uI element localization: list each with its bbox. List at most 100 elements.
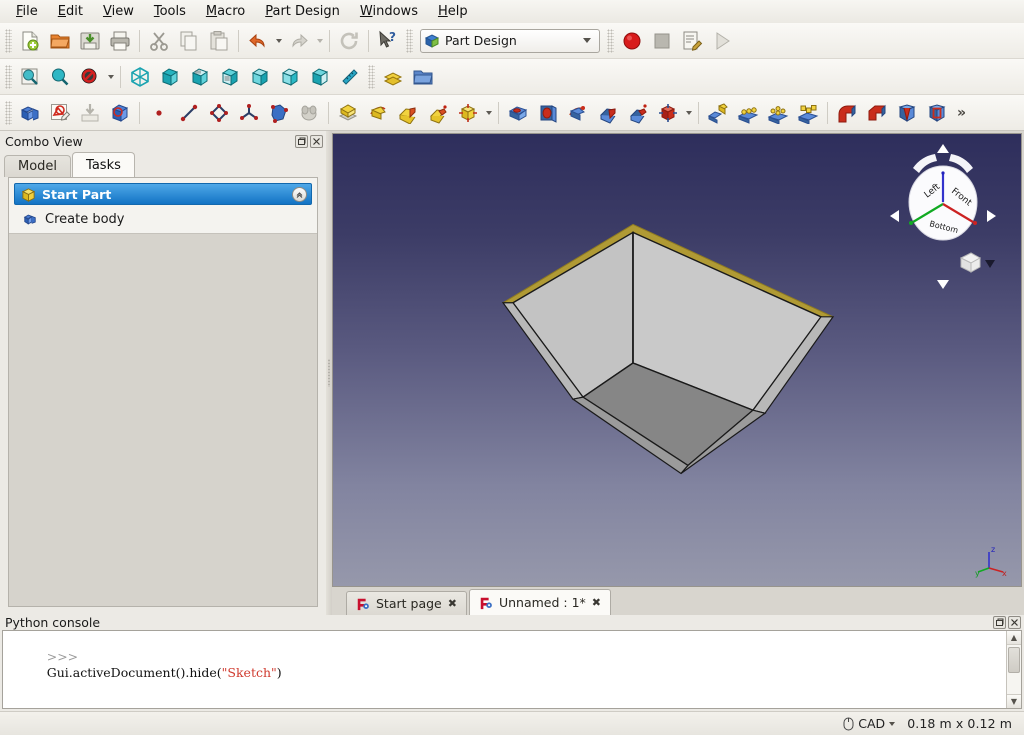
macro-stop-icon[interactable] bbox=[647, 26, 677, 56]
attach-sketch-icon[interactable] bbox=[75, 98, 105, 128]
menu-item-tools[interactable]: Tools bbox=[144, 2, 196, 21]
task-group-header[interactable]: Start Part bbox=[14, 183, 312, 205]
folder-icon[interactable] bbox=[408, 62, 438, 92]
line-icon[interactable] bbox=[174, 98, 204, 128]
cut-icon[interactable] bbox=[144, 26, 174, 56]
3d-viewport[interactable]: Left Front Bottom bbox=[332, 133, 1022, 587]
menu-item-macro[interactable]: Macro bbox=[196, 2, 255, 21]
open-document-icon[interactable] bbox=[45, 26, 75, 56]
close-icon[interactable] bbox=[310, 135, 323, 148]
additive-loft-icon[interactable] bbox=[393, 98, 423, 128]
collapse-icon[interactable] bbox=[292, 187, 307, 202]
menu-item-help[interactable]: Help bbox=[428, 2, 478, 21]
draw-style-icon[interactable] bbox=[75, 62, 105, 92]
toolbar-grip[interactable] bbox=[406, 29, 413, 53]
plane-icon[interactable] bbox=[204, 98, 234, 128]
copy-icon[interactable] bbox=[174, 26, 204, 56]
revolution-icon[interactable] bbox=[363, 98, 393, 128]
right-view-icon[interactable] bbox=[215, 62, 245, 92]
float-icon[interactable] bbox=[993, 616, 1006, 629]
refresh-icon[interactable] bbox=[334, 26, 364, 56]
close-icon[interactable]: ✖ bbox=[592, 596, 601, 609]
toolbar-grip[interactable] bbox=[5, 101, 12, 125]
additive-primitive-dropdown-icon[interactable] bbox=[483, 98, 494, 128]
create-body-icon[interactable] bbox=[15, 98, 45, 128]
linear-pattern-icon[interactable] bbox=[733, 98, 763, 128]
toolbar-grip[interactable] bbox=[5, 65, 12, 89]
scroll-up-icon[interactable]: ▲ bbox=[1007, 631, 1021, 645]
new-document-icon[interactable] bbox=[15, 26, 45, 56]
task-item-create-body[interactable]: Create body bbox=[9, 205, 317, 233]
chevron-down-icon[interactable] bbox=[889, 722, 895, 726]
polar-pattern-icon[interactable] bbox=[763, 98, 793, 128]
chamfer-icon[interactable] bbox=[862, 98, 892, 128]
menu-item-view[interactable]: View bbox=[93, 2, 144, 21]
measure-icon[interactable] bbox=[335, 62, 365, 92]
thickness-icon[interactable] bbox=[922, 98, 952, 128]
axonometric-view-icon[interactable] bbox=[125, 62, 155, 92]
subtractive-loft-icon[interactable] bbox=[593, 98, 623, 128]
toolbar-grip[interactable] bbox=[5, 29, 12, 53]
menu-item-part-design[interactable]: Part Design bbox=[255, 2, 350, 21]
whats-this-icon[interactable]: ? bbox=[373, 26, 403, 56]
workbench-selector[interactable]: Part Design bbox=[420, 29, 600, 53]
workbench-layers-icon[interactable] bbox=[378, 62, 408, 92]
scrollbar-thumb[interactable] bbox=[1008, 647, 1020, 673]
pad-icon[interactable] bbox=[333, 98, 363, 128]
python-console-body[interactable]: >>> Gui.activeDocument().hide("Sketch") … bbox=[2, 630, 1022, 709]
macro-edit-icon[interactable] bbox=[677, 26, 707, 56]
close-icon[interactable]: ✖ bbox=[448, 597, 457, 610]
local-coordinate-system-icon[interactable] bbox=[234, 98, 264, 128]
navigation-style-selector[interactable]: CAD bbox=[843, 716, 895, 731]
paste-icon[interactable] bbox=[204, 26, 234, 56]
undo-icon[interactable] bbox=[243, 26, 273, 56]
toolbar-grip[interactable] bbox=[607, 29, 614, 53]
undo-dropdown-icon[interactable] bbox=[273, 26, 284, 56]
scroll-down-icon[interactable]: ▼ bbox=[1007, 694, 1021, 708]
menu-item-file[interactable]: File bbox=[6, 2, 48, 21]
point-icon[interactable] bbox=[144, 98, 174, 128]
pocket-icon[interactable] bbox=[503, 98, 533, 128]
groove-icon[interactable] bbox=[563, 98, 593, 128]
rear-view-icon[interactable] bbox=[245, 62, 275, 92]
toolbar-grip[interactable] bbox=[368, 65, 375, 89]
multi-transform-icon[interactable] bbox=[793, 98, 823, 128]
redo-icon[interactable] bbox=[284, 26, 314, 56]
tab-model[interactable]: Model bbox=[4, 155, 71, 177]
draft-icon[interactable] bbox=[892, 98, 922, 128]
draw-style-dropdown-icon[interactable] bbox=[105, 62, 116, 92]
clone-icon[interactable] bbox=[294, 98, 324, 128]
fillet-icon[interactable] bbox=[832, 98, 862, 128]
additive-pipe-icon[interactable] bbox=[423, 98, 453, 128]
subtractive-pipe-icon[interactable] bbox=[623, 98, 653, 128]
tab-tasks[interactable]: Tasks bbox=[72, 152, 135, 177]
redo-dropdown-icon[interactable] bbox=[314, 26, 325, 56]
menu-item-windows[interactable]: Windows bbox=[350, 2, 428, 21]
create-sketch-icon[interactable] bbox=[45, 98, 75, 128]
view-section-icon[interactable] bbox=[105, 98, 135, 128]
python-console-scrollbar[interactable]: ▲ ▼ bbox=[1006, 631, 1021, 708]
save-document-icon[interactable] bbox=[75, 26, 105, 56]
document-tab-start-page[interactable]: Start page ✖ bbox=[346, 591, 467, 615]
macro-record-icon[interactable] bbox=[617, 26, 647, 56]
toolbar-overflow-button[interactable]: » bbox=[952, 105, 971, 121]
navigation-cube[interactable]: Left Front Bottom bbox=[883, 140, 1003, 295]
hole-icon[interactable] bbox=[533, 98, 563, 128]
menu-item-edit[interactable]: Edit bbox=[48, 2, 93, 21]
front-view-icon[interactable] bbox=[155, 62, 185, 92]
subtractive-primitive-dropdown-icon[interactable] bbox=[683, 98, 694, 128]
scrollbar-track[interactable] bbox=[1007, 645, 1021, 694]
fit-selection-icon[interactable] bbox=[45, 62, 75, 92]
shape-binder-icon[interactable] bbox=[264, 98, 294, 128]
fit-all-icon[interactable] bbox=[15, 62, 45, 92]
float-icon[interactable] bbox=[295, 135, 308, 148]
macro-execute-icon[interactable] bbox=[707, 26, 737, 56]
print-icon[interactable] bbox=[105, 26, 135, 56]
top-view-icon[interactable] bbox=[185, 62, 215, 92]
bottom-view-icon[interactable] bbox=[275, 62, 305, 92]
left-view-icon[interactable] bbox=[305, 62, 335, 92]
mirrored-icon[interactable] bbox=[703, 98, 733, 128]
close-icon[interactable] bbox=[1008, 616, 1021, 629]
subtractive-primitive-icon[interactable] bbox=[653, 98, 683, 128]
additive-primitive-icon[interactable] bbox=[453, 98, 483, 128]
